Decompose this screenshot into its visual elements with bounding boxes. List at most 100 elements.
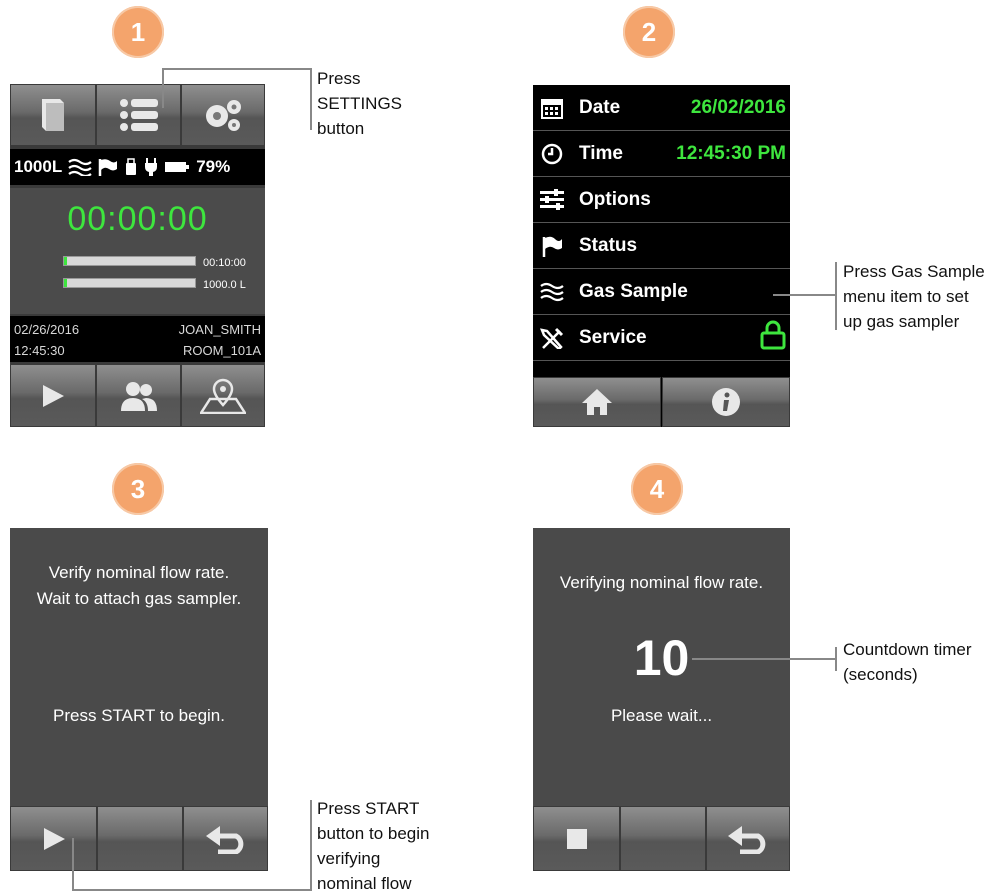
menu-item-time[interactable]: Time 12:45:30 PM: [533, 131, 790, 177]
gears-icon: [206, 100, 241, 131]
manual-button[interactable]: [10, 84, 96, 146]
menu-item-label: Gas Sample: [579, 280, 688, 302]
flag-icon: [98, 159, 118, 176]
date-value: 26/02/2016: [690, 96, 786, 118]
volume-progress-fill: [64, 279, 67, 287]
session-room: ROOM_101A: [182, 343, 261, 358]
start-button[interactable]: [10, 806, 97, 871]
callout-3-text: button to begin: [317, 824, 430, 843]
lock-icon: [760, 320, 786, 349]
time-progress-fill: [64, 257, 67, 265]
flag-icon: [542, 236, 562, 257]
info-button[interactable]: [662, 377, 790, 427]
menu-item-status[interactable]: Status: [533, 223, 790, 269]
start-instruction: Press START to begin.: [53, 706, 225, 725]
blank-button[interactable]: [97, 806, 183, 871]
step-badge-1: 1: [112, 6, 164, 58]
callout-3-line: [72, 838, 74, 891]
callout-4-line: [692, 658, 836, 660]
device-screen-3: Verify nominal flow rate. Wait to attach…: [10, 528, 268, 871]
menu-item-label: Status: [579, 234, 638, 256]
settings-button[interactable]: [96, 84, 181, 146]
time-value: 12:45:30 PM: [676, 142, 786, 164]
callout-1-line: [310, 68, 312, 130]
blank-button[interactable]: [620, 806, 706, 871]
location-button[interactable]: [181, 364, 265, 427]
callout-4-text: (seconds): [843, 665, 918, 684]
menu-item-date[interactable]: Date 26/02/2016: [533, 85, 790, 131]
play-icon: [43, 827, 65, 850]
volume-readout: 1000L: [14, 157, 63, 176]
menu-item-label: Time: [579, 142, 624, 164]
menu-item-options[interactable]: Options: [533, 177, 790, 223]
play-icon: [43, 384, 64, 407]
step-badge-4: 4: [631, 463, 683, 515]
back-button[interactable]: [706, 806, 790, 871]
tools-icon: [540, 327, 564, 349]
stop-icon: [566, 828, 587, 849]
menu-item-label: Options: [579, 188, 651, 210]
back-button[interactable]: [183, 806, 268, 871]
users-button[interactable]: [96, 364, 181, 427]
info-icon: [712, 388, 740, 416]
book-icon: [42, 99, 64, 131]
back-arrow-icon: [728, 825, 766, 854]
run-timer-panel: 00:00:00 00:10:00 1000.0 L: [10, 188, 265, 314]
calendar-icon: [541, 98, 563, 119]
verify-instruction-line-1: Verify nominal flow rate.: [48, 563, 230, 582]
callout-2-text: Press Gas Sample: [843, 262, 985, 281]
session-time: 12:45:30: [14, 343, 65, 358]
waves-icon: [68, 158, 92, 176]
callout-4-text: Countdown timer: [843, 640, 972, 659]
verifying-message: Verifying nominal flow rate.: [559, 573, 764, 592]
callout-3: Press START button to begin verifying no…: [317, 796, 429, 896]
step-badge-2: 2: [623, 6, 675, 58]
device-screen-4: Verifying nominal flow rate. 10 Please w…: [533, 528, 790, 871]
callout-2: Press Gas Sample menu item to set up gas…: [843, 259, 985, 334]
callout-3-text: nominal flow: [317, 874, 412, 893]
callout-1: Press SETTINGS button: [317, 66, 402, 141]
callout-2-text: up gas sampler: [843, 312, 960, 331]
verify-instruction-line-2: Wait to attach gas sampler.: [36, 589, 242, 608]
callout-3-line: [72, 889, 312, 891]
map-pin-icon: [200, 378, 246, 414]
session-date: 02/26/2016: [14, 322, 80, 337]
plug-icon: [145, 158, 158, 176]
session-user: JOAN_SMITH: [178, 322, 261, 337]
list-icon: [119, 99, 158, 131]
device-screen-2-menu: Date 26/02/2016 Time 12:45:30 PM Options…: [533, 85, 790, 427]
home-button[interactable]: [533, 377, 661, 427]
callout-3-text: Press START: [317, 799, 420, 818]
sliders-icon: [540, 188, 564, 210]
config-button[interactable]: [181, 84, 265, 146]
volume-target-label: 1000.0 L: [203, 279, 246, 291]
callout-1-text: button: [317, 119, 365, 138]
time-target-label: 00:10:00: [203, 257, 246, 269]
stop-button[interactable]: [533, 806, 620, 871]
start-button[interactable]: [10, 364, 96, 427]
callout-1-text: SETTINGS: [317, 94, 403, 113]
session-info: 02/26/2016 12:45:30 JOAN_SMITH ROOM_101A: [10, 316, 265, 362]
back-arrow-icon: [205, 825, 243, 854]
step-badge-3: 3: [112, 463, 164, 515]
menu-item-gas-sample[interactable]: Gas Sample: [533, 269, 790, 315]
callout-3-line: [310, 800, 312, 891]
menu-item-service[interactable]: Service: [533, 315, 790, 361]
callout-1-text: Press: [317, 69, 361, 88]
callout-2-line: [773, 294, 836, 296]
callout-2-line: [835, 262, 837, 330]
clock-icon: [541, 143, 563, 164]
menu-item-label: Date: [579, 96, 621, 118]
volume-progress-bar: [63, 278, 196, 288]
callout-1-line: [162, 68, 164, 108]
callout-1-line: [162, 68, 312, 70]
battery-percent: 79%: [196, 157, 231, 176]
callout-2-text: menu item to set: [843, 287, 969, 306]
time-progress-bar: [63, 256, 196, 266]
home-icon: [582, 389, 612, 415]
callout-4-line: [835, 647, 837, 671]
status-bar: 1000L 79%: [10, 149, 265, 185]
waves-icon: [540, 282, 564, 301]
callout-3-text: verifying: [317, 849, 381, 868]
callout-4: Countdown timer (seconds): [843, 637, 972, 687]
